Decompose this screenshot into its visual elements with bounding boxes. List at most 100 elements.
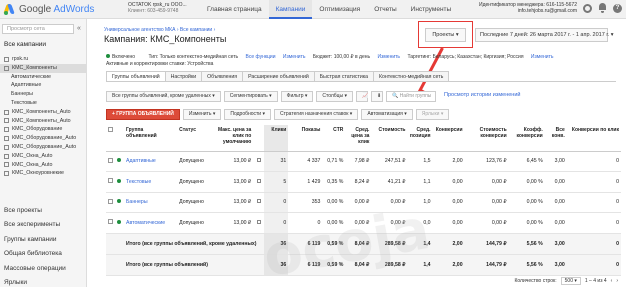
nav-tools[interactable]: Инструменты: [404, 0, 459, 19]
header-max-cpc[interactable]: Макс. цена за клик по умолчанию: [215, 125, 254, 152]
nav-reports[interactable]: Отчеты: [367, 0, 403, 19]
targeting-edit-link[interactable]: Изменить: [531, 54, 554, 60]
nav-campaigns[interactable]: Кампании: [268, 0, 313, 19]
tab-item[interactable]: Быстрая статистика: [313, 71, 374, 81]
header-ad-group[interactable]: Группа объявлений: [124, 125, 178, 152]
row-checkbox[interactable]: [108, 198, 113, 204]
automation-dropdown[interactable]: Автоматизация ▾: [361, 109, 413, 120]
chart-toggle-icon[interactable]: 📈: [356, 91, 368, 102]
select-all-header[interactable]: [106, 125, 116, 152]
cell-max-cpc[interactable]: 13,00 ₽: [215, 171, 254, 193]
gear-icon[interactable]: [583, 3, 592, 13]
row-checkbox[interactable]: [108, 219, 113, 225]
select-all-checkbox[interactable]: [108, 127, 113, 132]
cell-bid-icon[interactable]: [253, 171, 265, 193]
group-search-input[interactable]: 🔍 Найти группы: [386, 91, 437, 102]
sidebar-ad-group-item[interactable]: Адаптивные: [0, 81, 86, 90]
cell-bid-icon[interactable]: [253, 151, 265, 172]
account-switcher[interactable]: OCTATOK rpsk_ru OOO... Клиент: 603-459-9…: [128, 2, 187, 14]
sidebar-search-input[interactable]: Просмотр сета: [2, 24, 74, 34]
bid-edit-icon[interactable]: [257, 199, 262, 204]
header-cost[interactable]: Стоимость: [371, 125, 408, 152]
table-row[interactable]: Текстовые Допущено 13,00 ₽ 5 1 429 0,35 % 8,24…: [106, 171, 621, 193]
sidebar-campaign-item[interactable]: rpsk.ru: [0, 55, 86, 64]
header-avg-cpc[interactable]: Сред. цена за клик: [345, 125, 372, 152]
filter-dropdown[interactable]: Фильтр ▾: [280, 91, 314, 102]
tab-item[interactable]: Группы объявлений: [106, 71, 166, 81]
sidebar-campaign-item[interactable]: КМС_Компоненты: [0, 63, 86, 73]
cell-ad-group-name[interactable]: Баннеры: [124, 192, 178, 213]
table-row[interactable]: Автоматические Допущено 13,00 ₽0 0 0,00 % 0,0…: [106, 212, 621, 234]
cell-max-cpc[interactable]: 13,00 ₽: [215, 151, 254, 172]
campaign-type-edit-link[interactable]: Изменить: [283, 54, 306, 60]
tab-item[interactable]: Контекстно-медийная сеть: [372, 71, 450, 81]
sidebar-ad-group-item[interactable]: Текстовые: [0, 99, 86, 108]
columns-dropdown[interactable]: Столбцы ▾: [316, 91, 354, 102]
next-page-icon[interactable]: ›: [616, 278, 618, 284]
budget-edit-link[interactable]: Изменить: [377, 54, 400, 60]
header-impressions[interactable]: Показы: [288, 125, 323, 152]
cell-bid-icon[interactable]: [253, 192, 265, 213]
header-view-through-conversions[interactable]: Конверсии по клик: [566, 125, 621, 152]
bid-strategy-dropdown[interactable]: Стратегия назначения ставок ▾: [274, 109, 359, 120]
prev-page-icon[interactable]: ‹: [611, 278, 613, 284]
cell-ad-group-name[interactable]: Текстовые: [124, 171, 178, 193]
breadcrumb[interactable]: Универсальное агентство МКА › Все кампан…: [104, 27, 215, 33]
bid-edit-icon[interactable]: [257, 158, 262, 163]
sidebar-section-link[interactable]: Все эксперименты: [4, 218, 66, 232]
header-clicks[interactable]: Клики: [264, 125, 289, 152]
tab-item[interactable]: Расширение объявлений: [242, 71, 315, 81]
tab-item[interactable]: Объявления: [201, 71, 244, 81]
adwords-logo[interactable]: Google AdWords: [3, 3, 94, 15]
sidebar-section-link[interactable]: Все проекты: [4, 204, 66, 218]
header-ctr[interactable]: CTR: [322, 125, 346, 152]
sidebar-campaign-item[interactable]: КМС_Компоненты_Auto: [0, 117, 86, 126]
sidebar-all-campaigns[interactable]: Все кампании: [4, 41, 46, 48]
sidebar-section-link[interactable]: Общая библиотека: [4, 247, 66, 261]
table-row[interactable]: Баннеры Допущено 13,00 ₽0 353 0,00 % 0,00 ₽0,…: [106, 192, 621, 213]
sidebar-campaign-item[interactable]: КМС_Оборудование_Auto: [0, 143, 86, 152]
sidebar-campaign-item[interactable]: КМС_Окна_Auto: [0, 161, 86, 170]
sidebar-campaign-item[interactable]: КМС_Окноуровнекие: [0, 169, 86, 178]
header-status[interactable]: Статус: [177, 125, 216, 152]
details-dropdown[interactable]: Подробности ▾: [224, 109, 271, 120]
row-select-cell[interactable]: [106, 192, 116, 213]
add-ad-group-button[interactable]: + ГРУППА ОБЪЯВЛЕНИЙ: [106, 109, 180, 120]
campaign-features-link[interactable]: Все функции: [246, 54, 276, 60]
cell-max-cpc[interactable]: 13,00 ₽: [215, 212, 254, 234]
bell-icon[interactable]: [598, 3, 607, 13]
cell-ad-group-name[interactable]: Адаптивные: [124, 151, 178, 172]
change-history-link[interactable]: Просмотр истории изменений: [439, 91, 525, 102]
help-icon[interactable]: ?: [613, 3, 622, 13]
nav-home[interactable]: Главная страница: [200, 0, 269, 19]
bid-edit-icon[interactable]: [257, 219, 262, 224]
sidebar-section-link[interactable]: Массовые операции: [4, 262, 66, 276]
row-checkbox[interactable]: [108, 178, 113, 184]
header-conversion-rate[interactable]: Коэфф. конверсии: [508, 125, 545, 152]
user-info[interactable]: Идентификатор менеджера: 616-115-5672 in…: [479, 2, 577, 14]
projects-button[interactable]: Проекты ▾: [425, 28, 466, 42]
rows-count-select[interactable]: 500 ▾: [560, 277, 581, 285]
date-range-selector[interactable]: Последние 7 дней: 26 марта 2017 г. - 1 а…: [475, 28, 613, 42]
tab-item[interactable]: Настройки: [164, 71, 203, 81]
nav-optimization[interactable]: Оптимизация: [312, 0, 367, 19]
sidebar-campaign-item[interactable]: КМС_Оборудование_Auto: [0, 134, 86, 143]
segment-dropdown[interactable]: Сегментировать ▾: [223, 91, 278, 102]
sidebar-campaign-item[interactable]: КМС_Окна_Auto: [0, 152, 86, 161]
sidebar-ad-group-item[interactable]: Автоматические: [0, 73, 86, 82]
download-icon[interactable]: ⬇: [371, 91, 384, 102]
header-conversions[interactable]: Конверсии: [432, 125, 465, 152]
header-avg-position[interactable]: Сред. позиция: [407, 125, 433, 152]
sidebar-section-link[interactable]: Группы кампании: [4, 233, 66, 247]
labels-dropdown[interactable]: Ярлыки ▾: [415, 109, 450, 120]
cell-max-cpc[interactable]: 13,00 ₽: [215, 192, 254, 213]
cell-ad-group-name[interactable]: Автоматические: [124, 212, 178, 234]
row-select-cell[interactable]: [106, 171, 116, 193]
bid-edit-icon[interactable]: [257, 178, 262, 183]
cell-bid-icon[interactable]: [253, 212, 265, 234]
row-checkbox[interactable]: [108, 157, 113, 163]
row-select-cell[interactable]: [106, 151, 116, 172]
header-all-conversions[interactable]: Все конв.: [544, 125, 567, 152]
table-row[interactable]: Адаптивные Допущено 13,00 ₽ 31 4 337 0,71 % 7,…: [106, 151, 621, 172]
row-select-cell[interactable]: [106, 212, 116, 234]
